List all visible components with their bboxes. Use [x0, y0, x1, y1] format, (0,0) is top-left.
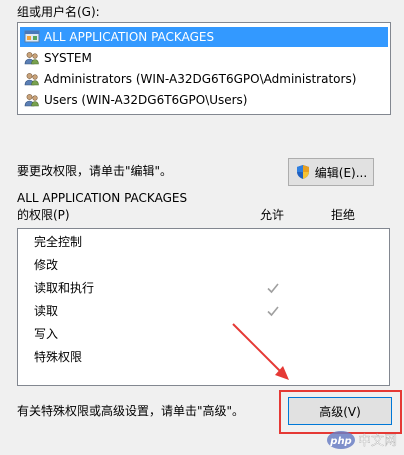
permissions-for-label: 的权限(P) [17, 208, 70, 222]
php-watermark: php 中文网 [326, 428, 404, 452]
edit-button-label: 编辑(E)... [314, 165, 368, 180]
group-item-all-app-packages[interactable]: ALL APPLICATION PACKAGES [20, 27, 388, 47]
group-list-label: 组或用户名(G): [17, 5, 100, 19]
group-user-list[interactable]: ALL APPLICATION PACKAGES SYSTEM Administ… [17, 22, 391, 115]
permission-row: 修改 [18, 254, 389, 276]
permission-name: 写入 [34, 327, 59, 341]
allow-check-icon [266, 281, 280, 295]
permission-row: 读取 [18, 300, 389, 322]
permission-name: 读取 [34, 304, 59, 318]
permission-row: 完全控制 [18, 231, 389, 253]
permissions-for-name: ALL APPLICATION PACKAGES [17, 191, 188, 205]
permission-row: 写入 [18, 323, 389, 345]
permissions-list[interactable]: 完全控制 修改 读取和执行 读取 写入 特殊权限 [17, 228, 390, 386]
allow-column-header: 允许 [260, 208, 285, 222]
change-permissions-hint: 要更改权限，请单击"编辑"。 [17, 164, 173, 178]
advanced-settings-hint: 有关特殊权限或高级设置，请单击"高级"。 [17, 404, 245, 418]
users-group-icon [24, 50, 40, 66]
permission-name: 特殊权限 [34, 350, 83, 364]
edit-button[interactable]: 编辑(E)... [288, 158, 374, 186]
group-item-system[interactable]: SYSTEM [20, 48, 388, 68]
allow-check-icon [266, 304, 280, 318]
permission-name: 修改 [34, 258, 59, 272]
deny-column-header: 拒绝 [331, 208, 356, 222]
permission-name: 完全控制 [34, 235, 83, 249]
group-item-administrators[interactable]: Administrators (WIN-A32DG6T6GPO\Administ… [20, 69, 388, 89]
app-packages-icon [24, 29, 40, 45]
users-group-icon [24, 71, 40, 87]
group-item-users[interactable]: Users (WIN-A32DG6T6GPO\Users) [20, 90, 388, 110]
permission-row: 读取和执行 [18, 277, 389, 299]
svg-text:中文网: 中文网 [358, 434, 397, 449]
users-group-icon [24, 92, 40, 108]
uac-shield-icon [295, 164, 311, 180]
permission-row: 特殊权限 [18, 346, 389, 368]
annotation-arrow [232, 323, 289, 380]
permission-name: 读取和执行 [34, 281, 95, 295]
svg-text:php: php [329, 436, 351, 447]
